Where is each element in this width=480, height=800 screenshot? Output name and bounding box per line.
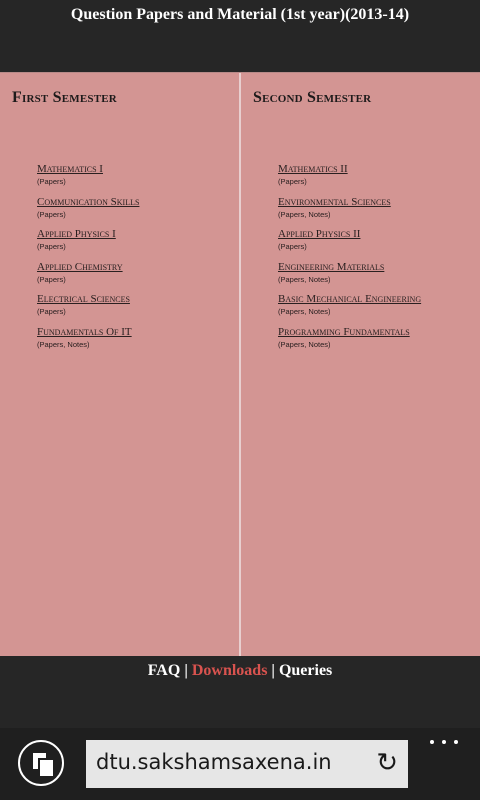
subject-meta: (Papers, Notes) [278,339,331,349]
subject-meta: (Papers, Notes) [278,307,331,316]
subject-link-mathematics-ii[interactable]: Mathematics II [278,163,421,176]
list-item: Applied Physics I (Papers) [37,228,139,261]
list-item: Applied Chemistry (Papers) [37,261,139,294]
subject-link-applied-physics-ii[interactable]: Applied Physics II [278,228,421,241]
tabs-icon-front-square [38,758,55,778]
subject-link-engineering-materials[interactable]: Engineering Materials [278,261,421,274]
faq-link[interactable]: FAQ [148,662,181,679]
list-item: Basic Mechanical Engineering (Papers, No… [278,293,421,326]
subject-link-applied-chemistry[interactable]: Applied Chemistry [37,261,139,274]
first-semester-subject-list: Mathematics I (Papers) Communication Ski… [37,163,139,358]
page-title: Question Papers and Material (1st year)(… [70,6,410,23]
second-semester-column: Second Semester Mathematics II (Papers) … [241,73,480,657]
subject-meta: (Papers) [278,177,307,186]
list-item: Applied Physics II (Papers) [278,228,421,261]
list-item: Electrical Sciences (Papers) [37,293,139,326]
more-icon-dot [430,740,434,744]
footer-separator: | [184,662,188,679]
subject-link-applied-physics-i[interactable]: Applied Physics I [37,228,139,241]
subject-link-environmental-sciences[interactable]: Environmental Sciences [278,196,421,209]
content-area: First Semester Mathematics I (Papers) Co… [0,72,480,657]
subject-meta: (Papers, Notes) [278,274,331,284]
list-item: Mathematics I (Papers) [37,163,139,196]
more-icon-dot [454,740,458,744]
subject-link-electrical-sciences[interactable]: Electrical Sciences [37,293,139,306]
address-bar[interactable]: dtu.sakshamsaxena.in ↻ [86,740,408,788]
tabs-icon[interactable] [18,740,64,786]
first-semester-column: First Semester Mathematics I (Papers) Co… [0,73,239,657]
browser-bar: dtu.sakshamsaxena.in ↻ [0,728,480,800]
footer-nav: FAQ | Downloads | Queries [0,656,480,728]
subject-link-basic-mechanical-engineering[interactable]: Basic Mechanical Engineering [278,293,421,306]
downloads-link[interactable]: Downloads [192,662,268,679]
subject-meta: (Papers) [37,274,66,284]
refresh-icon[interactable]: ↻ [376,748,398,778]
subject-link-programming-fundamentals[interactable]: Programming Fundamentals [278,326,421,339]
address-text[interactable]: dtu.sakshamsaxena.in [96,750,332,774]
subject-meta: (Papers) [37,307,66,316]
first-semester-heading: First Semester [12,89,117,106]
subject-meta: (Papers, Notes) [278,209,331,219]
footer-links: FAQ | Downloads | Queries [0,662,480,680]
list-item: Fundamentals Of IT (Papers, Notes) [37,326,139,359]
subject-meta: (Papers) [37,177,66,186]
subject-link-communication-skills[interactable]: Communication Skills [37,196,139,209]
subject-meta: (Papers, Notes) [37,339,90,349]
more-icon[interactable] [426,728,466,758]
page-header: Question Papers and Material (1st year)(… [0,0,480,72]
list-item: Environmental Sciences (Papers, Notes) [278,196,421,229]
subject-meta: (Papers) [278,242,307,251]
queries-link[interactable]: Queries [279,662,332,679]
list-item: Engineering Materials (Papers, Notes) [278,261,421,294]
subject-link-mathematics-i[interactable]: Mathematics I [37,163,139,176]
subject-link-fundamentals-of-it[interactable]: Fundamentals Of IT [37,326,139,339]
list-item: Mathematics II (Papers) [278,163,421,196]
footer-separator: | [271,662,275,679]
second-semester-heading: Second Semester [253,89,372,106]
subject-meta: (Papers) [37,209,66,219]
subject-meta: (Papers) [37,242,66,251]
more-icon-dot [442,740,446,744]
list-item: Programming Fundamentals (Papers, Notes) [278,326,421,359]
list-item: Communication Skills (Papers) [37,196,139,229]
second-semester-subject-list: Mathematics II (Papers) Environmental Sc… [278,163,421,358]
